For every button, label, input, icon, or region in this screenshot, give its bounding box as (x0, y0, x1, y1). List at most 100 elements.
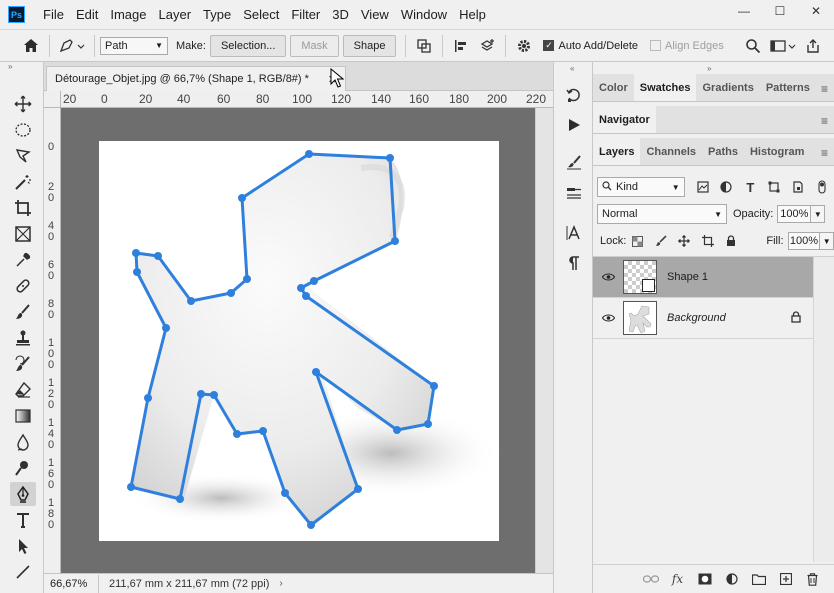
share-icon[interactable] (800, 33, 826, 59)
paragraph-panel-icon[interactable] (562, 252, 586, 274)
home-icon[interactable] (18, 33, 44, 59)
layer-row-shape-1[interactable]: Shape 1 (593, 257, 813, 298)
menu-file[interactable]: File (37, 7, 70, 22)
menu-3d[interactable]: 3D (326, 7, 355, 22)
panel-menu-icon[interactable]: ≡ (821, 114, 828, 128)
search-icon[interactable] (740, 33, 766, 59)
lock-artboard-icon[interactable] (696, 231, 719, 251)
eye-visibility-icon[interactable] (593, 273, 623, 281)
filter-pixel-icon[interactable] (691, 177, 715, 197)
pen-tool-icon[interactable] (10, 482, 36, 506)
lock-transparency-icon[interactable] (626, 231, 649, 251)
tab-color[interactable]: Color (593, 74, 634, 101)
adjustment-layer-icon[interactable] (718, 568, 745, 590)
ruler-origin[interactable] (44, 91, 61, 108)
menu-layer[interactable]: Layer (153, 7, 198, 22)
filter-adjustment-icon[interactable] (715, 177, 739, 197)
tab-channels[interactable]: Channels (640, 138, 702, 165)
layer-name[interactable]: Shape 1 (667, 271, 708, 283)
opacity-dropdown-button[interactable]: ▼ (811, 205, 826, 223)
vertical-ruler[interactable]: 0 2 0 4 0 6 0 8 0 1 0 0 1 2 0 1 4 0 1 6 … (44, 108, 61, 573)
document-canvas[interactable] (61, 108, 535, 573)
path-alignment-icon[interactable] (448, 33, 474, 59)
tab-layers[interactable]: Layers (593, 138, 641, 165)
close-window-button[interactable]: ✕ (798, 0, 834, 22)
layer-name[interactable]: Background (667, 312, 726, 324)
marquee-tool-icon[interactable] (10, 118, 36, 142)
menu-image[interactable]: Image (104, 7, 152, 22)
horizontal-ruler[interactable]: 20 0 20 40 60 80 100 120 140 160 180 200… (61, 91, 553, 108)
chevron-right-icon[interactable]: › (279, 578, 282, 589)
gradient-tool-icon[interactable] (10, 404, 36, 428)
tab-histogram[interactable]: Histogram (744, 138, 810, 165)
workspace-switcher-icon[interactable] (766, 33, 800, 59)
fill-field[interactable]: 100% (787, 232, 821, 250)
eye-visibility-icon[interactable] (593, 314, 623, 322)
path-operations-icon[interactable] (411, 33, 437, 59)
document-size-info[interactable]: 211,67 mm x 211,67 mm (72 ppi) (99, 578, 269, 590)
tab-patterns[interactable]: Patterns (760, 74, 816, 101)
magic-wand-tool-icon[interactable] (10, 170, 36, 194)
crop-tool-icon[interactable] (10, 196, 36, 220)
make-shape-button[interactable]: Shape (342, 34, 397, 57)
blend-mode-select[interactable]: Normal ▼ (597, 204, 727, 224)
path-selection-tool-icon[interactable] (10, 534, 36, 558)
lock-position-icon[interactable] (673, 231, 696, 251)
filter-toggle-icon[interactable] (810, 177, 834, 197)
document-tab[interactable]: Détourage_Objet.jpg @ 66,7% (Shape 1, RG… (46, 66, 346, 91)
make-mask-button[interactable]: Mask (290, 34, 339, 57)
new-layer-icon[interactable] (772, 568, 799, 590)
layers-scrollbar[interactable] (813, 257, 834, 562)
tab-navigator[interactable]: Navigator (593, 106, 656, 133)
layer-effects-icon[interactable]: fx (664, 568, 691, 590)
type-tool-icon[interactable] (10, 508, 36, 532)
canvas-area[interactable] (61, 108, 535, 573)
gear-icon[interactable] (511, 33, 537, 59)
brush-tool-icon[interactable] (10, 300, 36, 324)
menu-type[interactable]: Type (197, 7, 237, 22)
dodge-tool-icon[interactable] (10, 456, 36, 480)
tool-mode-select[interactable]: Path ▼ (100, 36, 168, 55)
collapse-toolbar-icon[interactable]: » (0, 62, 43, 74)
opacity-field[interactable]: 100% (777, 205, 812, 223)
eraser-tool-icon[interactable] (10, 378, 36, 402)
lasso-tool-icon[interactable] (10, 144, 36, 168)
make-selection-button[interactable]: Selection... (209, 34, 287, 57)
panel-menu-icon[interactable]: ≡ (821, 146, 828, 160)
menu-help[interactable]: Help (453, 7, 492, 22)
auto-add-delete-checkbox[interactable]: ✓ Auto Add/Delete (543, 40, 638, 52)
maximize-button[interactable]: ☐ (762, 0, 798, 22)
filter-type-icon[interactable]: T (738, 177, 762, 197)
brush-settings-icon[interactable] (562, 152, 586, 174)
actions-play-icon[interactable] (562, 114, 586, 136)
menu-filter[interactable]: Filter (285, 7, 326, 22)
fill-dropdown-button[interactable]: ▼ (820, 232, 834, 250)
menu-window[interactable]: Window (395, 7, 453, 22)
vertical-scrollbar[interactable] (535, 108, 553, 573)
healing-brush-tool-icon[interactable] (10, 274, 36, 298)
filter-shape-icon[interactable] (762, 177, 786, 197)
move-tool-icon[interactable] (10, 92, 36, 116)
collapse-panels-icon[interactable]: » (707, 64, 711, 73)
link-layers-icon[interactable] (637, 568, 664, 590)
line-tool-icon[interactable] (10, 560, 36, 584)
panel-menu-icon[interactable]: ≡ (821, 82, 828, 96)
minimize-button[interactable]: — (726, 0, 762, 22)
history-brush-tool-icon[interactable] (10, 352, 36, 376)
tab-paths[interactable]: Paths (702, 138, 744, 165)
tab-swatches[interactable]: Swatches (633, 74, 697, 101)
tab-gradients[interactable]: Gradients (696, 74, 759, 101)
eyedropper-tool-icon[interactable] (10, 248, 36, 272)
lock-all-icon[interactable] (719, 231, 742, 251)
frame-tool-icon[interactable] (10, 222, 36, 246)
character-panel-icon[interactable] (562, 222, 586, 244)
zoom-level-field[interactable]: 66,67% (44, 574, 99, 593)
brushes-panel-icon[interactable] (562, 182, 586, 204)
layer-row-background[interactable]: Background (593, 298, 813, 339)
history-panel-icon[interactable] (562, 84, 586, 106)
clone-stamp-tool-icon[interactable] (10, 326, 36, 350)
pen-tool-preset-icon[interactable] (55, 33, 89, 59)
layer-filter-select[interactable]: Kind ▼ (597, 177, 685, 197)
add-mask-icon[interactable] (691, 568, 718, 590)
filter-smart-object-icon[interactable] (786, 177, 810, 197)
